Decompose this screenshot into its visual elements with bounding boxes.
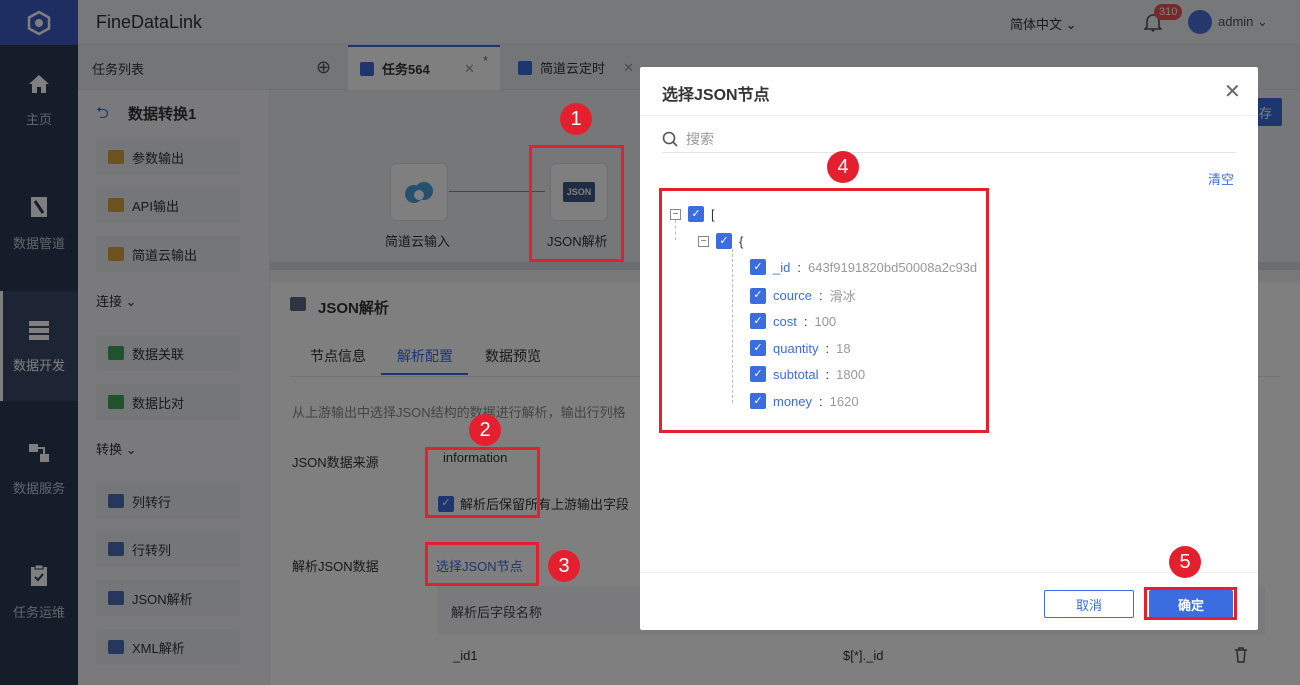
annotation-box-3 (425, 542, 539, 586)
divider (640, 572, 1258, 573)
annotation-box-2 (425, 447, 540, 518)
step-marker-1: 1 (560, 103, 592, 135)
divider (640, 115, 1258, 116)
annotation-box-5 (1144, 587, 1237, 620)
step-marker-5: 5 (1169, 546, 1201, 578)
step-marker-4: 4 (827, 151, 859, 183)
close-icon[interactable]: ✕ (1224, 79, 1241, 104)
search-icon (662, 131, 678, 147)
search-placeholder: 搜索 (686, 130, 714, 147)
search-input[interactable]: 搜索 (662, 125, 1236, 153)
dialog-title: 选择JSON节点 (662, 87, 770, 104)
step-marker-2: 2 (469, 414, 501, 446)
clear-button[interactable]: 清空 (1208, 169, 1234, 188)
annotation-box-4 (659, 188, 989, 433)
step-marker-3: 3 (548, 550, 580, 582)
cancel-button[interactable]: 取消 (1044, 590, 1134, 618)
annotation-box-1 (529, 145, 624, 262)
